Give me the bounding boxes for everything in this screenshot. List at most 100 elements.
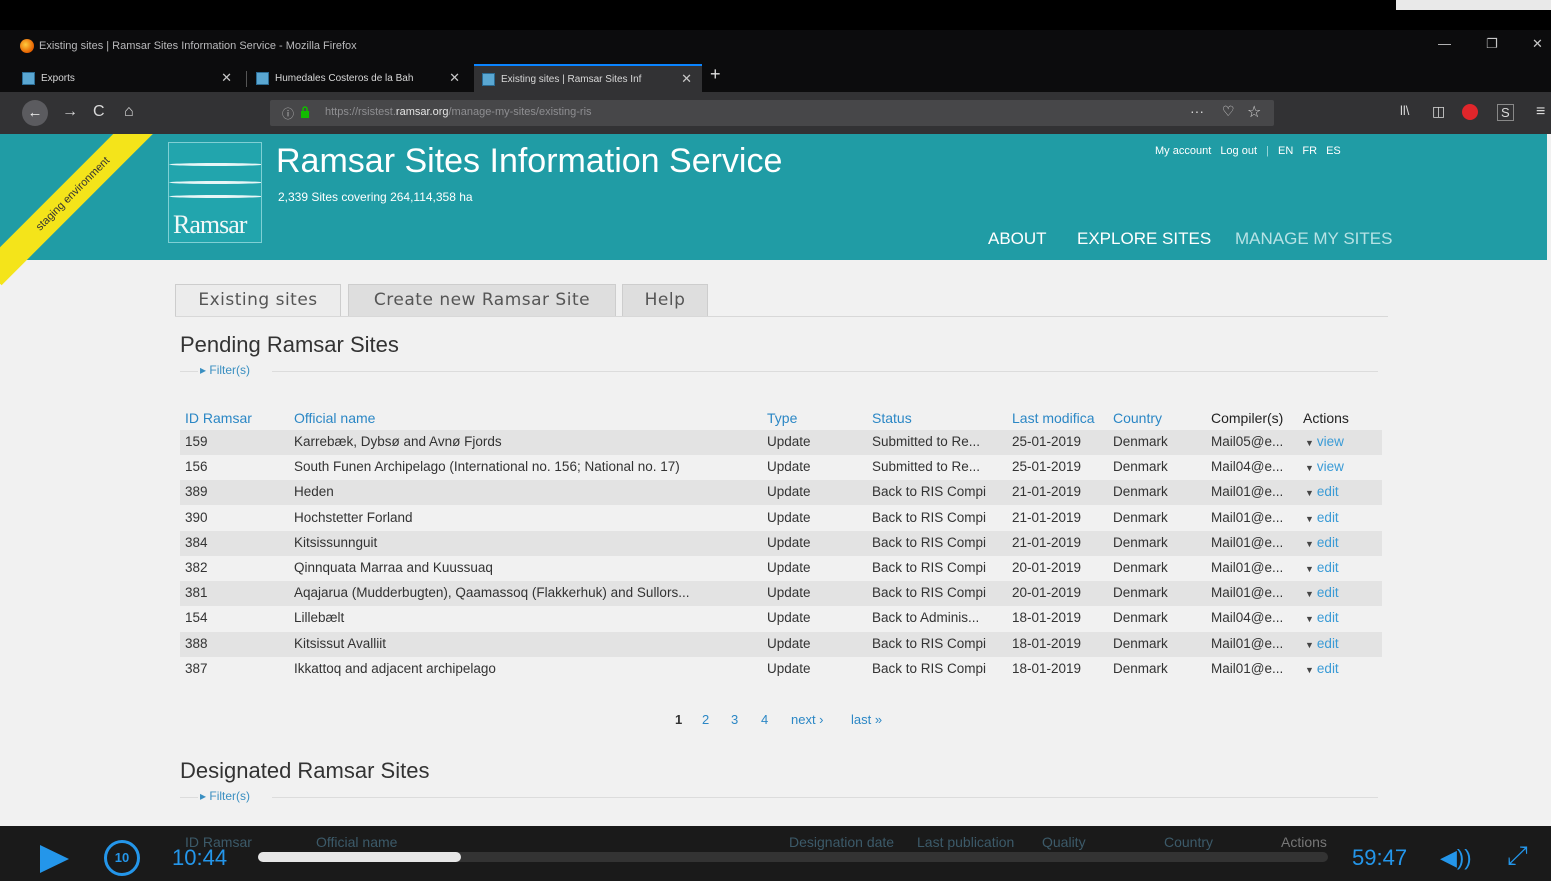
action-label[interactable]: edit xyxy=(1317,610,1339,625)
total-time: 59:47 xyxy=(1352,845,1408,870)
col-official-name[interactable]: Official name xyxy=(294,410,375,426)
adblock-icon[interactable] xyxy=(1462,104,1478,120)
forward-button[interactable]: → xyxy=(62,103,78,121)
dropdown-triangle-icon[interactable]: ▼ xyxy=(1305,614,1314,624)
action-label[interactable]: edit xyxy=(1317,661,1339,676)
my-account-link[interactable]: My account xyxy=(1155,145,1211,157)
action-label[interactable]: edit xyxy=(1317,585,1339,600)
navigation-toolbar: ← → C ⌂ ⓘ https://rsistest.ramsar.org/ma… xyxy=(0,92,1551,134)
action-label[interactable]: edit xyxy=(1317,510,1339,525)
dropdown-triangle-icon[interactable]: ▼ xyxy=(1305,640,1314,650)
pager-page-4[interactable]: 4 xyxy=(761,712,768,727)
tab-separator xyxy=(246,71,247,87)
tab-humedales[interactable]: Humedales Costeros de la Bah ✕ xyxy=(248,64,470,92)
fullscreen-icon[interactable]: ⤢ xyxy=(1507,840,1528,872)
close-window-button[interactable]: ✕ xyxy=(1532,36,1543,52)
nav-manage-my-sites[interactable]: MANAGE MY SITES xyxy=(1235,229,1392,249)
pocket-icon[interactable]: ♡ xyxy=(1222,103,1235,120)
table-row: 159 Karrebæk, Dybsø and Avnø Fjords Update… xyxy=(180,430,1382,455)
tab-close-icon[interactable]: ✕ xyxy=(221,70,232,86)
designated-col-official-name: Official name xyxy=(316,834,398,850)
addon-s-icon[interactable]: S xyxy=(1497,104,1514,121)
back-button[interactable]: ← xyxy=(22,100,48,126)
col-status[interactable]: Status xyxy=(872,410,912,426)
action-label[interactable]: edit xyxy=(1317,484,1339,499)
row-action-link[interactable]: ▼ edit xyxy=(1305,484,1339,499)
tab-help[interactable]: Help xyxy=(622,284,708,316)
tab-label: Exports xyxy=(41,72,75,84)
page-actions-icon[interactable]: ··· xyxy=(1190,103,1204,119)
dropdown-triangle-icon[interactable]: ▼ xyxy=(1305,438,1314,448)
row-action-link[interactable]: ▼ edit xyxy=(1305,560,1339,575)
pager-page-3[interactable]: 3 xyxy=(731,712,738,727)
menu-icon[interactable]: ≡ xyxy=(1536,103,1545,121)
row-action-link[interactable]: ▼ edit xyxy=(1305,585,1339,600)
dropdown-triangle-icon[interactable]: ▼ xyxy=(1305,589,1314,599)
top-light-strip xyxy=(1396,0,1551,10)
cell-id: 390 xyxy=(185,509,208,525)
dropdown-triangle-icon[interactable]: ▼ xyxy=(1305,564,1314,574)
lang-en-link[interactable]: EN xyxy=(1278,145,1293,157)
col-type[interactable]: Type xyxy=(767,410,797,426)
row-action-link[interactable]: ▼ edit xyxy=(1305,510,1339,525)
designated-filter-link[interactable]: ▸ Filter(s) xyxy=(200,789,250,803)
pager-last[interactable]: last » xyxy=(851,712,882,727)
lang-fr-link[interactable]: FR xyxy=(1302,145,1317,157)
ramsar-logo[interactable]: Ramsar xyxy=(168,142,262,243)
row-action-link[interactable]: ▼ edit xyxy=(1305,636,1339,651)
reload-button[interactable]: C xyxy=(93,103,105,121)
cell-id: 159 xyxy=(185,434,208,449)
cell-country: Denmark xyxy=(1113,434,1168,449)
action-label[interactable]: view xyxy=(1317,434,1344,449)
rewind-10-icon[interactable]: 10 xyxy=(104,840,140,876)
action-label[interactable]: edit xyxy=(1317,535,1339,550)
action-label[interactable]: edit xyxy=(1317,560,1339,575)
row-action-link[interactable]: ▼ view xyxy=(1305,459,1344,474)
tab-exports[interactable]: Exports ✕ xyxy=(14,64,242,92)
library-icon[interactable]: ll\ xyxy=(1400,103,1409,118)
row-action-link[interactable]: ▼ view xyxy=(1305,434,1344,449)
col-country[interactable]: Country xyxy=(1113,410,1162,426)
maximize-button[interactable]: ❐ xyxy=(1486,36,1498,52)
progress-fill[interactable] xyxy=(258,852,461,862)
dropdown-triangle-icon[interactable]: ▼ xyxy=(1305,514,1314,524)
cell-status: Back to RIS Compi xyxy=(872,560,987,575)
row-action-link[interactable]: ▼ edit xyxy=(1305,610,1339,625)
tab-create-new-site[interactable]: Create new Ramsar Site xyxy=(348,284,616,316)
tab-existing-sites[interactable]: Existing sites | Ramsar Sites Inf ✕ xyxy=(474,64,702,92)
site-title[interactable]: Ramsar Sites Information Service xyxy=(276,142,782,181)
col-last-modified[interactable]: Last modifica xyxy=(1012,410,1094,426)
minimize-button[interactable]: — xyxy=(1438,36,1451,51)
pager-page-2[interactable]: 2 xyxy=(702,712,709,727)
url-bar[interactable]: ⓘ https://rsistest.ramsar.org/manage-my-… xyxy=(270,100,1274,126)
row-action-link[interactable]: ▼ edit xyxy=(1305,535,1339,550)
sidebar-icon[interactable]: ◫ xyxy=(1432,103,1445,120)
pending-filter-link[interactable]: ▸ Filter(s) xyxy=(200,363,250,377)
new-tab-button[interactable]: + xyxy=(710,64,721,85)
designated-col-actions: Actions xyxy=(1281,834,1327,850)
play-icon[interactable] xyxy=(40,845,69,873)
volume-icon[interactable]: ◀)) xyxy=(1440,845,1472,871)
lang-es-link[interactable]: ES xyxy=(1326,145,1341,157)
info-icon[interactable]: ⓘ xyxy=(282,105,294,122)
action-label[interactable]: edit xyxy=(1317,636,1339,651)
nav-about[interactable]: ABOUT xyxy=(988,229,1047,249)
dropdown-triangle-icon[interactable]: ▼ xyxy=(1305,463,1314,473)
tab-close-icon[interactable]: ✕ xyxy=(681,71,692,87)
dropdown-triangle-icon[interactable]: ▼ xyxy=(1305,539,1314,549)
cell-date: 25-01-2019 xyxy=(1012,459,1082,475)
dropdown-triangle-icon[interactable]: ▼ xyxy=(1305,665,1314,675)
tab-close-icon[interactable]: ✕ xyxy=(449,70,460,86)
cell-id: 388 xyxy=(185,635,208,651)
logout-link[interactable]: Log out xyxy=(1220,145,1257,157)
dropdown-triangle-icon[interactable]: ▼ xyxy=(1305,488,1314,498)
col-id-ramsar[interactable]: ID Ramsar xyxy=(185,410,252,426)
home-button[interactable]: ⌂ xyxy=(124,103,134,121)
row-action-link[interactable]: ▼ edit xyxy=(1305,661,1339,676)
tab-existing-sites-page[interactable]: Existing sites xyxy=(175,284,341,316)
nav-explore-sites[interactable]: EXPLORE SITES xyxy=(1077,229,1211,249)
action-label[interactable]: view xyxy=(1317,459,1344,474)
url-text[interactable]: https://rsistest.ramsar.org/manage-my-si… xyxy=(325,106,592,118)
bookmark-star-icon[interactable]: ☆ xyxy=(1247,102,1261,122)
pager-next[interactable]: next › xyxy=(791,712,824,727)
